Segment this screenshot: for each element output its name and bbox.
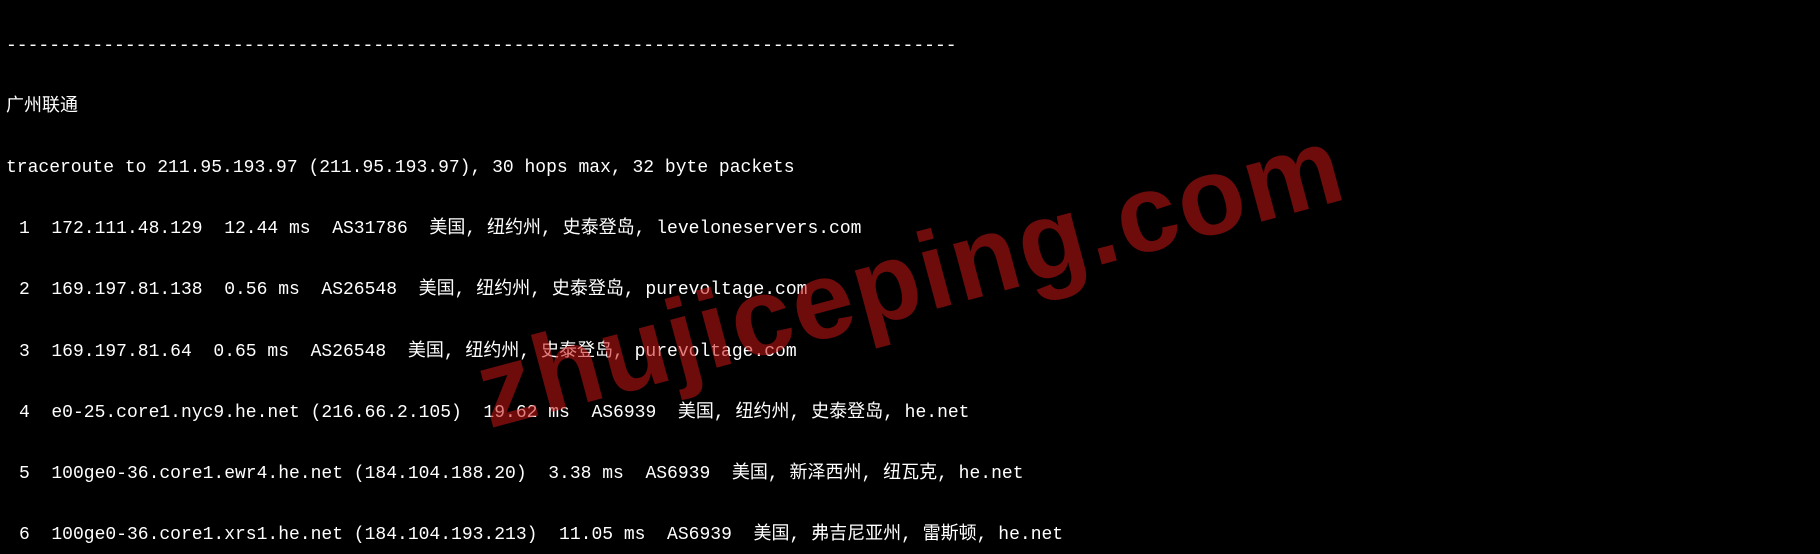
hop-number: 1 — [6, 214, 30, 245]
hop-detail: 100ge0-36.core1.ewr4.he.net (184.104.188… — [51, 464, 1023, 484]
hop-detail: 169.197.81.138 0.56 ms AS26548 美国, 纽约州, … — [51, 280, 807, 300]
terminal-output: ----------------------------------------… — [0, 0, 1820, 554]
hop-line: 4 e0-25.core1.nyc9.he.net (216.66.2.105)… — [6, 398, 1814, 429]
hop-line: 5 100ge0-36.core1.ewr4.he.net (184.104.1… — [6, 459, 1814, 490]
hop-number: 6 — [6, 520, 30, 551]
hop-detail: 172.111.48.129 12.44 ms AS31786 美国, 纽约州,… — [51, 219, 861, 239]
hop-number: 3 — [6, 337, 30, 368]
hop-number: 5 — [6, 459, 30, 490]
hop-number: 4 — [6, 398, 30, 429]
hop-line: 1 172.111.48.129 12.44 ms AS31786 美国, 纽约… — [6, 214, 1814, 245]
hop-line: 6 100ge0-36.core1.xrs1.he.net (184.104.1… — [6, 520, 1814, 551]
hop-line: 3 169.197.81.64 0.65 ms AS26548 美国, 纽约州,… — [6, 337, 1814, 368]
separator-line: ----------------------------------------… — [6, 31, 1814, 62]
traceroute-header: traceroute to 211.95.193.97 (211.95.193.… — [6, 153, 1814, 184]
hop-detail: e0-25.core1.nyc9.he.net (216.66.2.105) 1… — [51, 403, 969, 423]
route-title: 广州联通 — [6, 92, 1814, 123]
hop-number: 2 — [6, 275, 30, 306]
hop-line: 2 169.197.81.138 0.56 ms AS26548 美国, 纽约州… — [6, 275, 1814, 306]
hop-detail: 169.197.81.64 0.65 ms AS26548 美国, 纽约州, 史… — [51, 342, 796, 362]
hop-detail: 100ge0-36.core1.xrs1.he.net (184.104.193… — [51, 525, 1063, 545]
